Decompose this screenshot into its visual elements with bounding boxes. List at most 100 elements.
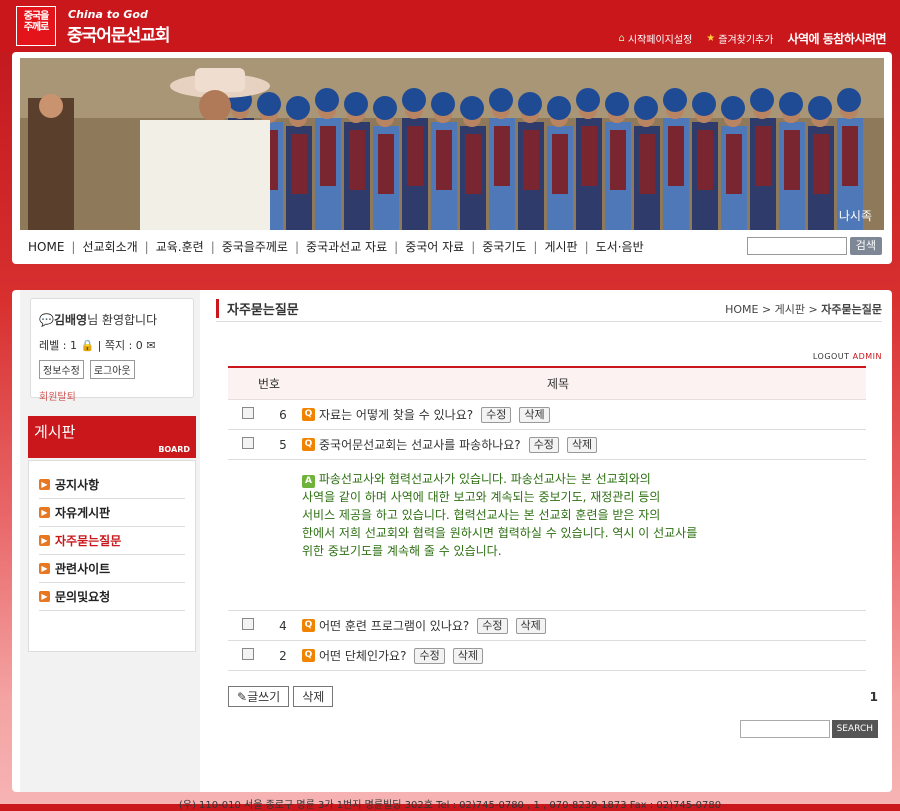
nav-search-input[interactable] <box>746 237 847 255</box>
delete-row-button[interactable]: 삭제 <box>566 436 598 453</box>
edit-profile-button[interactable]: 정보수정 <box>39 360 84 379</box>
set-homepage-label: 시작페이지설정 <box>627 35 693 46</box>
banner-image: 나시족 <box>20 58 884 230</box>
bottom-buttons: ✎글쓰기 삭제 <box>228 686 334 707</box>
breadcrumb-board[interactable]: 게시판 <box>775 303 805 316</box>
sidebar-menu-item[interactable]: ▶ 공지사항 <box>39 471 185 499</box>
nav-separator: | <box>471 239 476 254</box>
row-subject: Q 어떤 훈련 프로그램이 있나요? 수정 삭제 <box>298 617 546 634</box>
nav-separator: | <box>394 239 399 254</box>
nav-item[interactable]: 중국기도 <box>482 238 526 255</box>
sidebar-menu-label: 관련사이트 <box>55 562 111 576</box>
col-subject: 제목 <box>546 377 570 391</box>
logo-korean[interactable]: 중국어문선교회 <box>67 21 170 46</box>
board-search-input[interactable] <box>739 720 830 738</box>
sidebar: 💬김배영님 환영합니다 레벨 : 1 🔒 | 쪽지 : 0 ✉ 정보수정 로그아… <box>20 290 200 792</box>
nav-item[interactable]: 중국어 자료 <box>405 238 464 255</box>
board-menu: ▶ 공지사항 ▶ 자유게시판 ▶ 자주묻는질문 ▶ 관련사이트 ▶ 문의및요청 <box>28 460 196 652</box>
lock-icon: 🔒 <box>80 339 95 352</box>
nav-item[interactable]: 교육.훈련 <box>156 238 204 255</box>
answer-text: 사역을 같이 하며 사역에 대한 보고와 계속되는 중보기도, 재정관리 등의 <box>302 490 661 504</box>
question-link[interactable]: 어떤 단체인가요? <box>319 647 406 664</box>
nav-separator: | <box>294 239 300 254</box>
memo-label[interactable]: 쪽지 : 0 <box>105 339 143 352</box>
nav-separator: | <box>584 239 589 254</box>
question-icon: Q <box>302 438 315 451</box>
row-checkbox[interactable] <box>242 407 254 419</box>
edit-button[interactable]: 수정 <box>528 436 559 453</box>
question-link[interactable]: 자료는 어떻게 찾을 수 있나요? <box>319 406 473 423</box>
sidebar-menu-label: 자주묻는질문 <box>55 534 122 548</box>
row-subject: Q 자료는 어떻게 찾을 수 있나요? 수정 삭제 <box>298 406 550 423</box>
page-number[interactable]: 1 <box>870 690 878 704</box>
nav-item[interactable]: 선교회소개 <box>82 238 137 255</box>
answer-text: 한에서 저희 선교회와 협력을 원하시면 협력하실 수 있습니다. 역시 이 선… <box>302 526 698 540</box>
sidebar-menu-label: 자유게시판 <box>55 506 111 520</box>
row-checkbox-cell <box>228 437 268 452</box>
answer-line: 위한 중보기도를 계속해 줄 수 있습니다. <box>302 542 866 560</box>
sidebar-menu-label: 문의및요청 <box>55 590 111 604</box>
table-row: 4 Q 어떤 훈련 프로그램이 있나요? 수정 삭제 <box>228 611 866 641</box>
sidebar-menu-item[interactable]: ▶ 문의및요청 <box>39 583 185 611</box>
nav-item[interactable]: HOME <box>28 240 64 254</box>
edit-button[interactable]: 수정 <box>477 617 508 634</box>
logout-text[interactable]: LOGOUT <box>813 352 850 361</box>
admin-text: ADMIN <box>852 352 882 361</box>
withdraw-link[interactable]: 회원탈퇴 <box>39 388 185 403</box>
row-subject: Q 중국어문선교회는 선교사를 파송하나요? 수정 삭제 <box>298 436 598 453</box>
add-bookmark-link[interactable]: ★ 즐겨찾기추가 <box>706 31 773 46</box>
nav-item[interactable]: 중국과선교 자료 <box>306 238 387 255</box>
logo-mark[interactable]: 중국을 주께로 <box>16 6 56 46</box>
sidebar-menu-item[interactable]: ▶ 자유게시판 <box>39 499 185 527</box>
delete-row-button[interactable]: 삭제 <box>515 617 546 634</box>
nav-item[interactable]: 게시판 <box>544 238 577 255</box>
sidebar-menu-item[interactable]: ▶ 관련사이트 <box>39 555 185 583</box>
page-header: 자주묻는질문 HOME > 게시판 > 자주묻는질문 <box>216 299 882 322</box>
breadcrumb-current: 자주묻는질문 <box>821 302 882 316</box>
banner-photo <box>20 58 884 230</box>
admin-logout[interactable]: LOGOUT ADMIN <box>813 352 882 361</box>
write-label: 글쓰기 <box>247 690 281 704</box>
set-homepage-link[interactable]: ⌂ 시작페이지설정 <box>619 31 693 46</box>
pencil-icon: ✎ <box>237 690 248 704</box>
row-checkbox[interactable] <box>242 648 254 660</box>
question-link[interactable]: 중국어문선교회는 선교사를 파송하나요? <box>319 436 521 453</box>
board-search-button[interactable]: SEARCH <box>831 720 878 738</box>
edit-button[interactable]: 수정 <box>414 647 445 664</box>
board-search: SEARCH <box>739 720 878 738</box>
nav-search-button[interactable]: 검색 <box>849 237 882 255</box>
question-link[interactable]: 어떤 훈련 프로그램이 있나요? <box>319 617 469 634</box>
arrow-icon: ▶ <box>39 479 50 490</box>
row-checkbox[interactable] <box>242 437 254 449</box>
row-number: 4 <box>279 618 287 633</box>
slogan-link[interactable]: 사역에 동참하시려면 <box>787 30 886 47</box>
table-row: 6 Q 자료는 어떻게 찾을 수 있나요? 수정 삭제 <box>228 400 866 430</box>
answer-line: 한에서 저희 선교회와 협력을 원하시면 협력하실 수 있습니다. 역시 이 선… <box>302 524 866 542</box>
nav-separator: | <box>210 239 215 254</box>
breadcrumb: HOME > 게시판 > 자주묻는질문 <box>725 302 882 316</box>
logout-button[interactable]: 로그아웃 <box>89 360 135 379</box>
rows-top: 6 Q 자료는 어떻게 찾을 수 있나요? 수정 삭제 5 Q 중국어문선교회는 선교사를 파… <box>228 400 866 460</box>
nav-item[interactable]: 도서·음반 <box>596 238 644 255</box>
arrow-icon: ▶ <box>39 535 50 546</box>
delete-button[interactable]: 삭제 <box>293 686 334 707</box>
login-box: 💬김배영님 환영합니다 레벨 : 1 🔒 | 쪽지 : 0 ✉ 정보수정 로그아… <box>30 298 194 403</box>
delete-row-button[interactable]: 삭제 <box>519 406 550 423</box>
level-memo: 레벨 : 1 🔒 | 쪽지 : 0 ✉ <box>39 339 156 352</box>
sidebar-menu-item[interactable]: ▶ 자주묻는질문 <box>39 527 185 555</box>
answer-text: 서비스 제공을 하고 있습니다. 협력선교사는 본 선교회 훈련을 받은 자의 <box>302 508 661 522</box>
welcome-suffix: 님 환영합니다 <box>87 313 158 327</box>
banner-caption: 나시족 <box>838 209 872 223</box>
envelope-icon[interactable]: ✉ <box>146 339 155 352</box>
table-row: 2 Q 어떤 단체인가요? 수정 삭제 <box>228 641 866 671</box>
edit-button[interactable]: 수정 <box>481 406 512 423</box>
delete-row-button[interactable]: 삭제 <box>452 647 483 664</box>
question-icon: Q <box>302 649 315 662</box>
breadcrumb-home[interactable]: HOME <box>725 303 758 316</box>
answer-line: A 파송선교사와 협력선교사가 있습니다. 파송선교사는 본 선교회와의 <box>302 470 866 488</box>
nav-item[interactable]: 중국을주께로 <box>222 238 288 255</box>
table-header: 번호 제목 <box>228 366 866 400</box>
page-title: 자주묻는질문 <box>216 299 299 318</box>
row-checkbox[interactable] <box>242 618 254 630</box>
write-button[interactable]: ✎글쓰기 <box>228 686 290 707</box>
